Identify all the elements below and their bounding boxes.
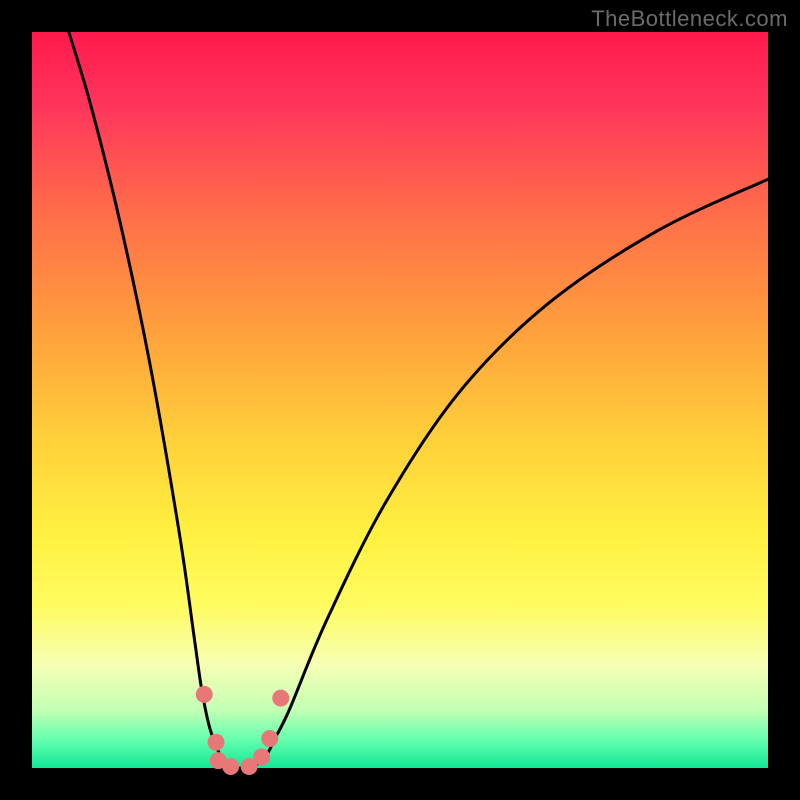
data-dot [261,730,278,747]
data-dot [253,748,270,765]
data-dot [272,690,289,707]
data-dot [196,686,213,703]
curve-svg [32,32,768,768]
data-dot [222,758,239,775]
chart-frame: TheBottleneck.com [0,0,800,800]
data-dot [208,734,225,751]
watermark-text: TheBottleneck.com [591,6,788,32]
bottleneck-curve [69,32,768,769]
plot-area [32,32,768,768]
